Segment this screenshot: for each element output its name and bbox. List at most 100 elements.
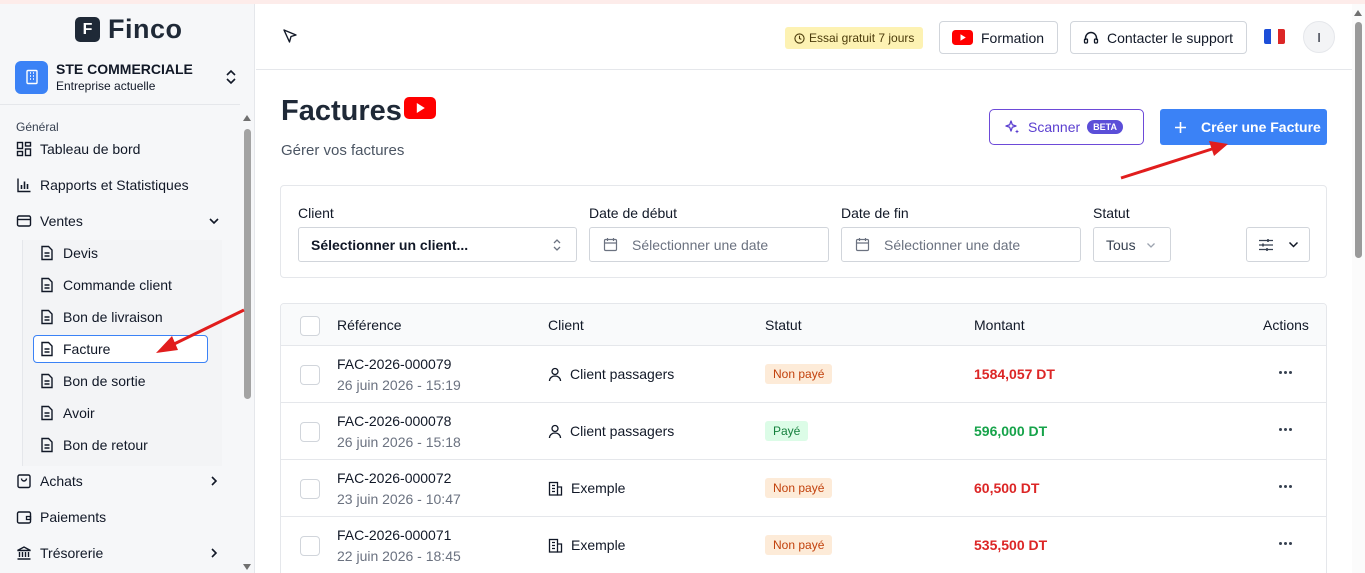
headset-icon — [1083, 31, 1099, 44]
client-select[interactable]: Sélectionner un client... — [298, 227, 577, 262]
bank-icon — [17, 546, 31, 560]
user-icon — [548, 367, 562, 381]
row-actions-menu-icon[interactable] — [1279, 542, 1292, 545]
chevron-up-down-icon — [553, 239, 561, 251]
advanced-filters-button[interactable] — [1246, 227, 1310, 262]
status-badge: Non payé — [765, 364, 833, 384]
start-date-picker[interactable]: Sélectionner une date — [589, 227, 829, 262]
invoice-amount: 1584,057 DT — [974, 366, 1055, 382]
sidebar-item-tableau-de-bord[interactable]: Tableau de bord — [16, 138, 140, 160]
sidebar-item-rapports[interactable]: Rapports et Statistiques — [16, 174, 189, 196]
page-scroll-thumb[interactable] — [1355, 22, 1362, 258]
submenu-item-label: Facture — [63, 341, 111, 357]
invoice-reference[interactable]: FAC-2026-000079 — [337, 356, 451, 372]
row-checkbox[interactable] — [300, 479, 320, 499]
column-header-status[interactable]: Statut — [765, 317, 802, 333]
formation-button[interactable]: Formation — [939, 21, 1058, 54]
invoice-client: Client passagers — [548, 423, 674, 439]
table-row[interactable]: FAC-2026-000072 23 juin 2026 - 10:47 Exe… — [281, 460, 1326, 517]
company-subtitle: Entreprise actuelle — [56, 79, 156, 93]
app-logo[interactable]: F Finco — [75, 14, 183, 45]
submenu-item-bon-de-retour[interactable]: Bon de retour — [40, 434, 148, 456]
column-header-client[interactable]: Client — [548, 317, 584, 333]
invoice-amount: 535,500 DT — [974, 537, 1048, 553]
row-actions-menu-icon[interactable] — [1279, 428, 1292, 431]
youtube-icon — [952, 30, 973, 45]
youtube-icon[interactable] — [404, 97, 436, 119]
invoice-reference[interactable]: FAC-2026-000072 — [337, 470, 451, 486]
scanner-button[interactable]: Scanner BETA — [989, 109, 1144, 145]
sidebar-item-label: Achats — [40, 473, 83, 489]
cursor-pointer-icon[interactable] — [282, 28, 298, 44]
create-invoice-button[interactable]: Créer une Facture — [1160, 109, 1327, 145]
sidebar-item-paiements[interactable]: Paiements — [16, 506, 106, 528]
table-row[interactable]: FAC-2026-000079 26 juin 2026 - 15:19 Cli… — [281, 346, 1326, 403]
page-scrollbar[interactable] — [1352, 4, 1365, 573]
client-name: Client passagers — [570, 423, 675, 439]
invoice-reference[interactable]: FAC-2026-000071 — [337, 527, 451, 543]
french-flag-icon[interactable] — [1264, 29, 1285, 44]
table-row[interactable]: FAC-2026-000071 22 juin 2026 - 18:45 Exe… — [281, 517, 1326, 573]
contact-support-button[interactable]: Contacter le support — [1070, 21, 1247, 54]
sidebar-item-label: Rapports et Statistiques — [40, 177, 189, 193]
sidebar: F Finco STE COMMERCIALE Entreprise actue… — [0, 4, 255, 573]
logo-mark-icon: F — [75, 17, 100, 42]
client-name: Exemple — [571, 480, 626, 496]
sidebar-item-achats[interactable]: Achats — [16, 470, 226, 492]
submenu-item-label: Bon de retour — [63, 437, 148, 453]
app-name: Finco — [108, 14, 183, 44]
sidebar-divider — [0, 104, 240, 105]
submenu-item-bon-de-livraison[interactable]: Bon de livraison — [40, 306, 163, 328]
submenu-item-devis[interactable]: Devis — [40, 242, 98, 264]
submenu-item-commande-client[interactable]: Commande client — [40, 274, 172, 296]
building-icon — [548, 538, 563, 553]
sidebar-scrollbar[interactable] — [240, 109, 254, 573]
invoice-client: Client passagers — [548, 366, 674, 382]
status-select-value: Tous — [1106, 236, 1136, 253]
invoice-client: Exemple — [548, 480, 625, 496]
document-icon — [41, 341, 53, 357]
plus-icon — [1175, 121, 1186, 133]
start-date-label: Date de début — [589, 205, 677, 221]
row-checkbox[interactable] — [300, 422, 320, 442]
company-switcher[interactable]: STE COMMERCIALE Entreprise actuelle — [15, 60, 243, 94]
invoice-reference[interactable]: FAC-2026-000078 — [337, 413, 451, 429]
sidebar-item-ventes[interactable]: Ventes — [16, 210, 226, 232]
scroll-up-arrow-icon[interactable] — [243, 115, 251, 121]
document-icon — [41, 245, 53, 261]
sidebar-item-tresorerie[interactable]: Trésorerie — [16, 542, 226, 564]
status-select[interactable]: Tous — [1093, 227, 1171, 262]
column-header-amount[interactable]: Montant — [974, 317, 1025, 333]
chevron-right-icon — [211, 548, 218, 558]
sidebar-scroll-thumb[interactable] — [244, 129, 251, 399]
row-actions-menu-icon[interactable] — [1279, 371, 1292, 374]
scroll-up-arrow-icon[interactable] — [1354, 10, 1362, 16]
document-icon — [41, 405, 53, 421]
status-badge: Non payé — [765, 478, 833, 498]
submenu-item-bon-de-sortie[interactable]: Bon de sortie — [40, 370, 146, 392]
scroll-down-arrow-icon[interactable] — [243, 564, 251, 570]
page-subtitle: Gérer vos factures — [281, 142, 405, 159]
document-icon — [41, 437, 53, 453]
select-all-checkbox[interactable] — [300, 316, 320, 336]
invoices-table: Référence Client Statut Montant Actions … — [280, 303, 1327, 573]
sidebar-item-label: Ventes — [40, 213, 83, 229]
submenu-item-facture[interactable]: Facture — [40, 338, 110, 360]
table-header: Référence Client Statut Montant Actions — [281, 304, 1326, 346]
wallet-icon — [16, 511, 32, 524]
table-row[interactable]: FAC-2026-000078 26 juin 2026 - 15:18 Cli… — [281, 403, 1326, 460]
sparkles-icon — [1005, 119, 1019, 133]
status-filter-label: Statut — [1093, 205, 1130, 221]
chevron-up-down-icon — [226, 69, 236, 85]
row-actions-menu-icon[interactable] — [1279, 485, 1292, 488]
row-checkbox[interactable] — [300, 536, 320, 556]
user-avatar[interactable]: I — [1303, 21, 1335, 53]
submenu-item-avoir[interactable]: Avoir — [40, 402, 95, 424]
end-date-picker[interactable]: Sélectionner une date — [841, 227, 1081, 262]
client-name: Client passagers — [570, 366, 675, 382]
trial-badge: Essai gratuit 7 jours — [785, 27, 924, 49]
invoice-date: 22 juin 2026 - 18:45 — [337, 548, 461, 564]
submenu-item-label: Devis — [63, 245, 99, 261]
row-checkbox[interactable] — [300, 365, 320, 385]
column-header-reference[interactable]: Référence — [337, 317, 402, 333]
